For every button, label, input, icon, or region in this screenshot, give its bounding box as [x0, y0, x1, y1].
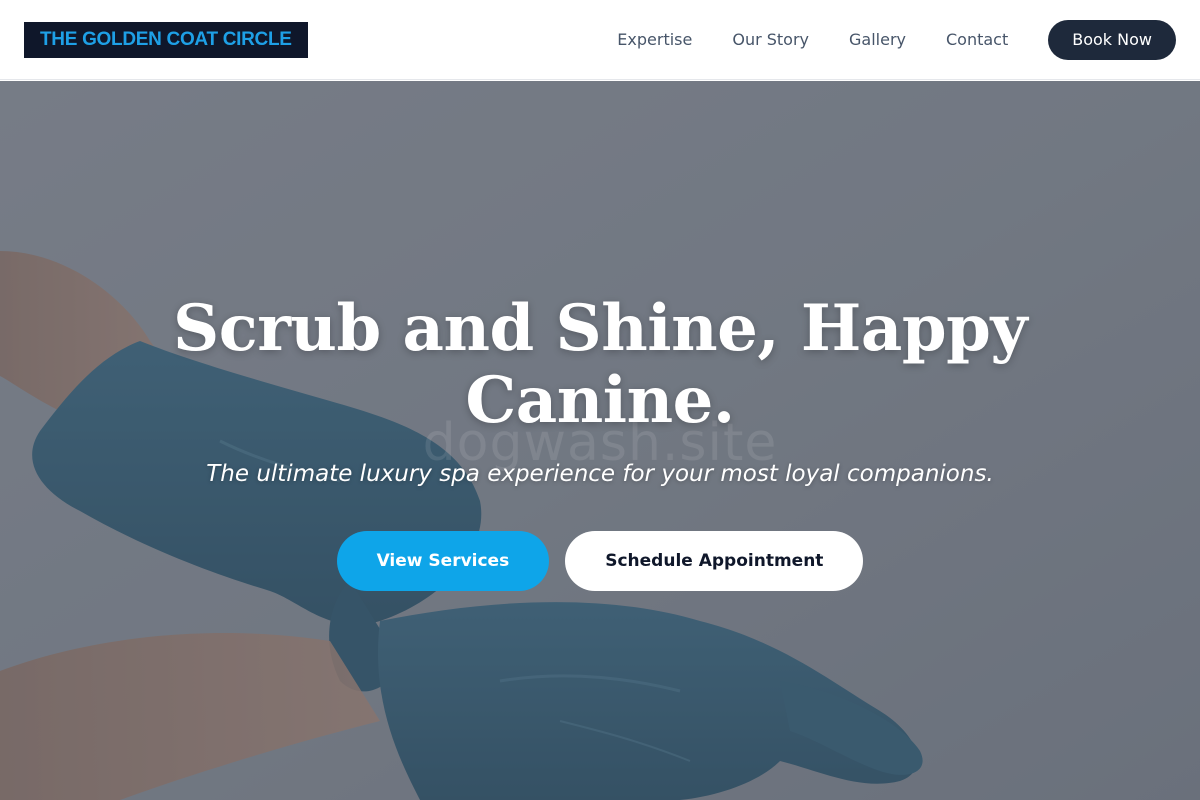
view-services-button[interactable]: View Services — [336, 531, 550, 591]
nav-link-gallery[interactable]: Gallery — [849, 30, 906, 49]
site-header: THE GOLDEN COAT CIRCLE Expertise Our Sto… — [0, 0, 1200, 80]
nav-link-our-story[interactable]: Our Story — [732, 30, 809, 49]
schedule-appointment-button[interactable]: Schedule Appointment — [565, 531, 864, 591]
main-nav: Expertise Our Story Gallery Contact Book… — [617, 19, 1176, 60]
hero-title-line-2: Canine. — [465, 363, 735, 438]
site-logo[interactable]: THE GOLDEN COAT CIRCLE — [24, 21, 308, 58]
hero-title: Scrub and Shine, Happy Canine. — [150, 293, 1050, 437]
hero-title-line-1: Scrub and Shine, Happy — [173, 291, 1028, 366]
hero-content: Scrub and Shine, Happy Canine. The ultim… — [0, 81, 1200, 800]
hero-section: dogwash.site Scrub and Shine, Happy Cani… — [0, 81, 1200, 800]
hero-cta-group: View Services Schedule Appointment — [0, 531, 1200, 591]
nav-link-expertise[interactable]: Expertise — [617, 30, 692, 49]
book-now-button[interactable]: Book Now — [1048, 19, 1176, 60]
hero-subtitle: The ultimate luxury spa experience for y… — [206, 461, 994, 487]
nav-link-contact[interactable]: Contact — [946, 30, 1008, 49]
